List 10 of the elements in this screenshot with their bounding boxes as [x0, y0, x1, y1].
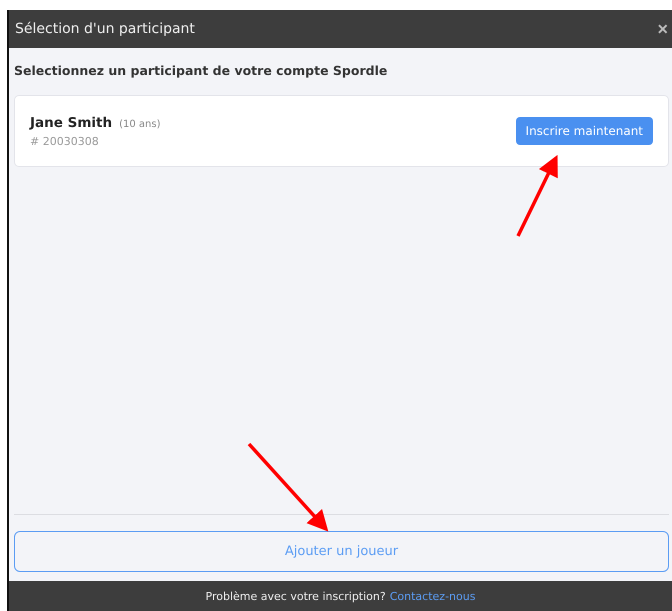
contact-link[interactable]: Contactez-nous	[390, 590, 476, 602]
footer-text: Problème avec votre inscription?	[206, 590, 386, 602]
close-button[interactable]: ×	[653, 20, 672, 38]
register-now-button[interactable]: Inscrire maintenant	[516, 117, 653, 145]
participant-number: # 20030308	[30, 134, 100, 148]
participant-age: (10 ans)	[119, 118, 160, 130]
instruction-text: Selectionnez un participant de votre compte Spordle	[14, 63, 388, 78]
participant-name: Jane Smith	[30, 114, 112, 130]
dialog-title: Sélection d'un participant	[15, 21, 195, 37]
add-player-button[interactable]: Ajouter un joueur	[14, 531, 669, 572]
